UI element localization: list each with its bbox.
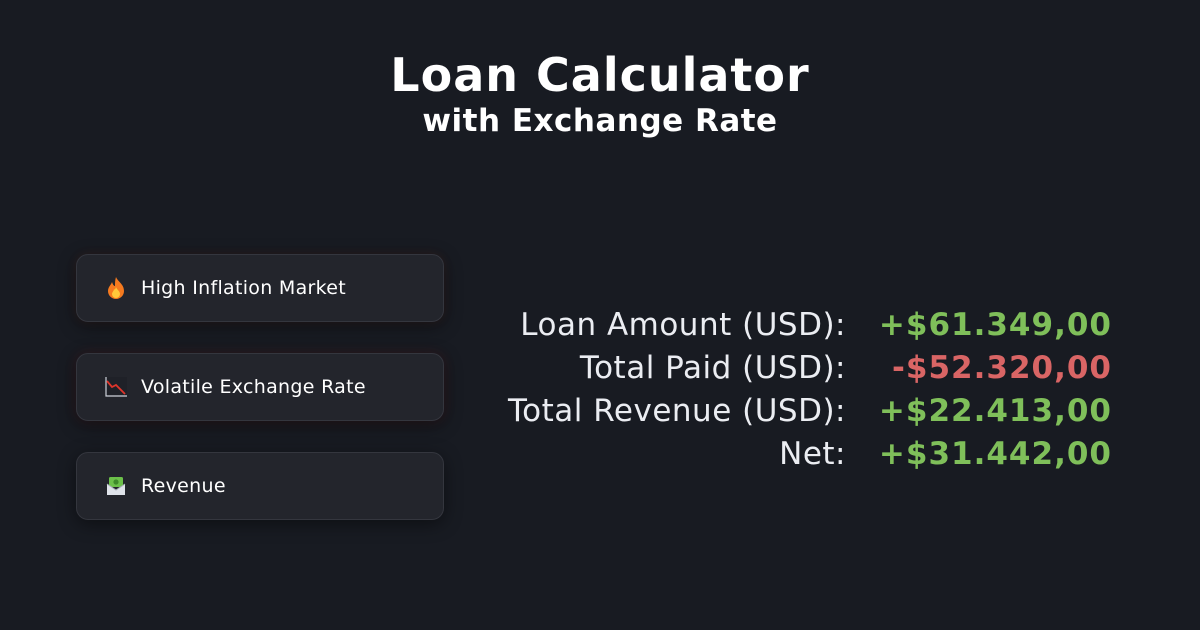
net-value: +$31.442,00 (878, 435, 1112, 472)
summary-row-total-revenue: Total Revenue (USD): +$22.413,00 (440, 389, 1112, 432)
summary-row-loan-amount: Loan Amount (USD): +$61.349,00 (440, 303, 1112, 346)
total-paid-label: Total Paid (USD): (579, 349, 846, 386)
page-subtitle: with Exchange Rate (422, 103, 778, 139)
card-label: Volatile Exchange Rate (141, 376, 366, 398)
total-revenue-label: Total Revenue (USD): (508, 392, 846, 429)
total-paid-value: -$52.320,00 (892, 349, 1112, 386)
page-title: Loan Calculator (390, 48, 810, 102)
card-high-inflation-market[interactable]: High Inflation Market (76, 254, 444, 322)
loan-amount-value: +$61.349,00 (878, 306, 1112, 343)
money-envelope-icon (103, 473, 129, 499)
chart-decreasing-icon (103, 374, 129, 400)
card-label: High Inflation Market (141, 277, 347, 299)
net-label: Net: (779, 435, 846, 472)
card-revenue[interactable]: Revenue (76, 452, 444, 520)
total-revenue-value: +$22.413,00 (878, 392, 1112, 429)
summary-row-total-paid: Total Paid (USD): -$52.320,00 (440, 346, 1112, 389)
card-label: Revenue (141, 475, 226, 497)
card-volatile-exchange-rate[interactable]: Volatile Exchange Rate (76, 353, 444, 421)
page-header: Loan Calculator with Exchange Rate (0, 48, 1200, 140)
fire-icon (103, 275, 129, 301)
loan-summary: Loan Amount (USD): +$61.349,00 Total Pai… (440, 303, 1112, 475)
loan-amount-label: Loan Amount (USD): (520, 306, 846, 343)
summary-row-net: Net: +$31.442,00 (440, 432, 1112, 475)
scenario-cards: High Inflation Market Volatile Exchange … (76, 254, 444, 551)
